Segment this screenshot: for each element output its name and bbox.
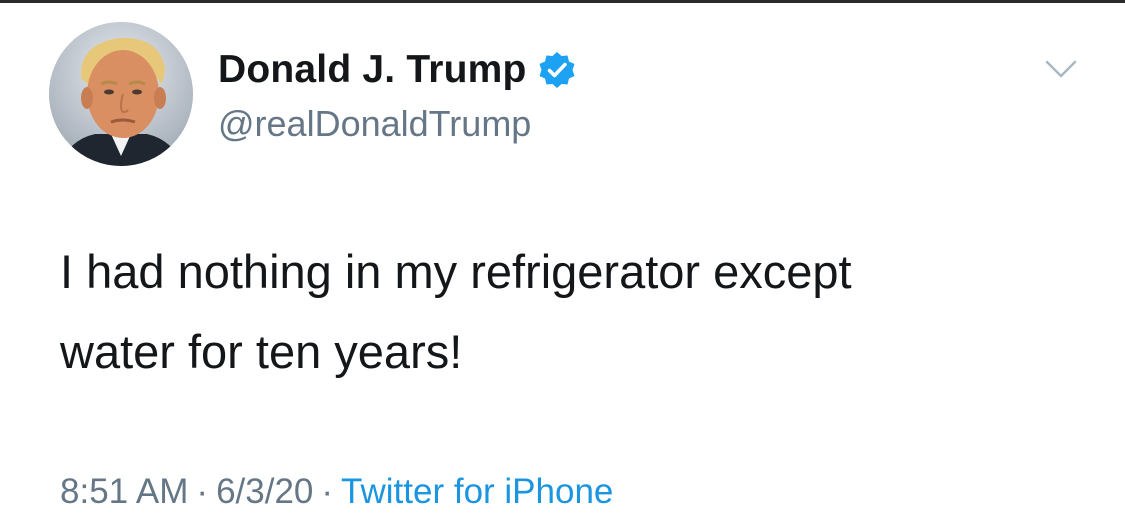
name-row: Donald J. Trump bbox=[218, 48, 577, 92]
tweet-source-link[interactable]: Twitter for iPhone bbox=[341, 472, 613, 511]
tweet-meta: 8:51 AM · 6/3/20 · Twitter for iPhone bbox=[60, 470, 613, 514]
tweet-card: Donald J. Trump @realDonaldTrump I had n… bbox=[0, 0, 1125, 527]
tweet-date[interactable]: 6/3/20 bbox=[216, 472, 313, 511]
author-display-name[interactable]: Donald J. Trump bbox=[218, 48, 527, 92]
meta-separator: · bbox=[196, 472, 209, 511]
tweet-text-line-1: I had nothing in my refrigerator except bbox=[60, 245, 852, 298]
tweet-time[interactable]: 8:51 AM bbox=[60, 472, 188, 511]
profile-photo-icon bbox=[49, 22, 193, 166]
author-info: Donald J. Trump @realDonaldTrump bbox=[218, 48, 577, 146]
chevron-down-icon[interactable] bbox=[1041, 56, 1081, 84]
meta-separator: · bbox=[321, 472, 334, 511]
verified-badge-icon bbox=[537, 50, 577, 90]
tweet-text-line-2: water for ten years! bbox=[60, 325, 463, 378]
tweet-text: I had nothing in my refrigerator except … bbox=[60, 232, 1090, 392]
author-avatar[interactable] bbox=[49, 22, 193, 166]
author-handle[interactable]: @realDonaldTrump bbox=[218, 102, 577, 146]
